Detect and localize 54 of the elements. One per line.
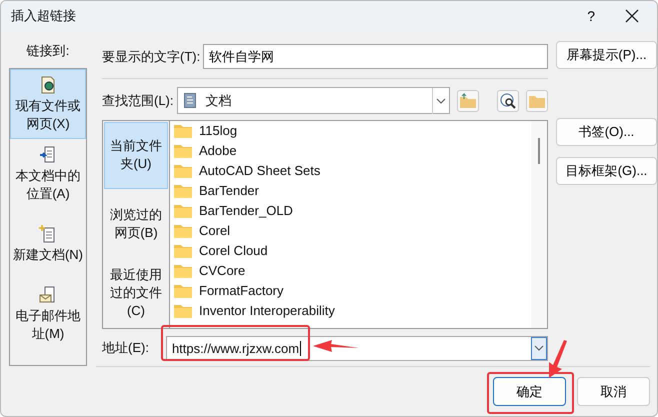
folder-icon [174,284,192,298]
annotation-arrow [549,340,567,378]
folder-icon [174,304,192,318]
navigation-item[interactable]: 浏览过的网页(B) [104,190,168,258]
document-icon [184,93,196,108]
folder-name[interactable]: BarTender_OLD [199,203,293,218]
new-document-icon [39,224,57,242]
help-button[interactable]: ? [587,8,595,24]
side-button[interactable]: 书签(O)... [556,118,657,146]
folder-icon [174,204,192,218]
chevron-down-icon [532,343,546,354]
scrollbar[interactable] [531,120,547,328]
browse-file-button[interactable] [526,90,548,112]
folder-name[interactable]: Corel Cloud [199,243,268,258]
folder-icon [174,244,192,258]
web-file-icon [39,76,57,94]
look-in-dropdown[interactable]: 文档 [176,87,450,114]
folder-name[interactable]: Adobe [199,143,237,158]
address-field[interactable]: https://www.rjzxw.com [166,336,548,361]
screentip-button[interactable]: 屏幕提示(P)... [556,41,657,69]
folder-icon [174,184,192,198]
folder-icon [174,144,192,158]
folder-icon [174,124,192,138]
navigation-item[interactable]: 最近使用过的文件(C) [104,260,168,327]
email-document-icon [39,286,57,304]
display-text-label: 要显示的文字(T): [102,48,200,66]
folder-name[interactable]: Corel [199,223,230,238]
link-to-label: 链接到: [26,42,70,60]
browse-web-button[interactable] [497,90,519,112]
up-folder-button[interactable] [457,90,479,112]
annotation-arrow [313,340,359,352]
folder-icon [174,164,192,178]
display-text-field[interactable]: 软件自学网 [203,44,548,70]
address-label: 地址(E): [102,339,149,358]
folder-name[interactable]: BarTender [199,183,259,198]
folder-name[interactable]: Inventor Interoperability [199,303,335,318]
document-arrow-icon [39,146,57,164]
folder-name[interactable]: AutoCAD Sheet Sets [199,163,320,178]
link-type-item[interactable]: 电子邮件地址(M) [10,279,86,349]
link-type-item[interactable]: 新建文档(N) [10,209,86,279]
link-type-item[interactable]: 现有文件或网页(X) [10,69,86,139]
side-button[interactable]: 目标框架(G)... [556,157,657,185]
window-title: 插入超链接 [11,7,77,25]
navigation-item[interactable]: 当前文件夹(U) [104,122,168,189]
folder-name[interactable]: FormatFactory [199,283,284,298]
ok-button[interactable]: 确定 [493,377,566,406]
folder-name[interactable]: 115log [199,123,238,138]
cancel-button[interactable]: 取消 [577,377,650,406]
link-type-item[interactable]: 本文档中的位置(A) [10,139,86,209]
folder-icon [174,224,192,238]
look-in-label: 查找范围(L): [102,92,174,110]
close-icon[interactable] [625,9,639,23]
folder-icon [174,264,192,278]
folder-name[interactable]: CVCore [199,263,246,278]
